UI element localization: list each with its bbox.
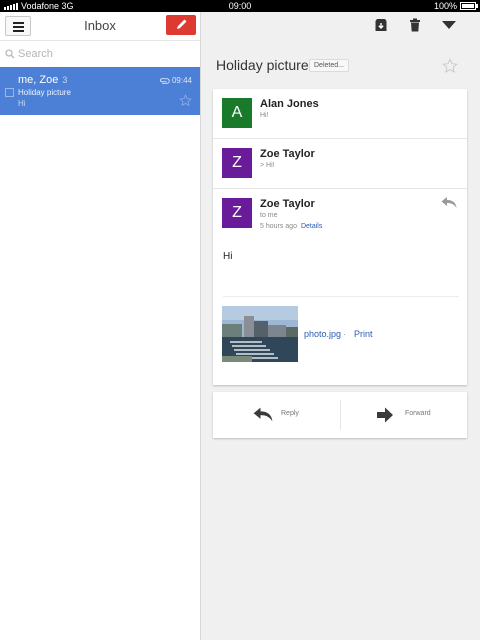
reply-icon <box>253 407 273 422</box>
message-body: Hi <box>223 251 233 262</box>
battery-percent: 100% <box>433 1 457 11</box>
reply-button[interactable]: Reply <box>213 392 340 438</box>
search-input[interactable]: Search <box>18 48 53 60</box>
sender-name: Zoe Taylor <box>260 198 315 210</box>
search-icon <box>5 49 15 59</box>
message-snippet: Hi! <box>260 112 269 119</box>
reply-label: Reply <box>281 410 299 417</box>
thread-item[interactable]: me, Zoe 3 09:44 Holiday picture Hi <box>0 67 200 115</box>
inbox-header: Inbox <box>0 12 200 41</box>
forward-label: Forward <box>405 410 431 417</box>
message-time-line: 5 hours ago Details <box>260 223 322 230</box>
conversation-pane: Holiday picture Deleted... A Alan Jones … <box>201 12 480 640</box>
avatar: Z <box>222 198 252 228</box>
sender-name: Zoe Taylor <box>260 148 315 160</box>
thread-count: 3 <box>62 75 68 85</box>
status-bar: Vodafone 3G 09:00 100% <box>0 0 480 12</box>
message-collapsed[interactable]: Z Zoe Taylor > Hi! <box>213 139 467 188</box>
thread-time-wrap: 09:44 <box>159 76 192 85</box>
message-time: 5 hours ago <box>260 223 297 230</box>
clock: 09:00 <box>228 1 252 11</box>
message-actions: Reply Forward <box>213 392 467 438</box>
divider <box>223 296 459 297</box>
attachment-separator: · <box>343 329 346 339</box>
label-chip[interactable]: Deleted... <box>309 59 349 72</box>
battery-icon <box>460 2 478 10</box>
thread-subject: Holiday picture <box>18 88 71 97</box>
forward-icon <box>377 407 393 423</box>
inbox-pane: Inbox Search me, Zoe 3 09:44 Holiday pict… <box>0 12 201 640</box>
thread-snippet: Hi <box>18 99 26 108</box>
thread-participants: me, Zoe 3 <box>18 74 67 86</box>
star-icon[interactable] <box>442 58 458 74</box>
reply-icon[interactable] <box>441 196 457 209</box>
thread-from: me, Zoe <box>18 74 59 86</box>
search-bar[interactable]: Search <box>0 41 200 68</box>
print-link[interactable]: Print <box>354 329 373 339</box>
message-collapsed[interactable]: A Alan Jones Hi! <box>213 89 467 138</box>
paperclip-icon <box>160 77 170 84</box>
pencil-icon <box>177 19 187 29</box>
message-header[interactable]: Z Zoe Taylor to me 5 hours ago Details <box>213 189 467 239</box>
conversation-card: A Alan Jones Hi! Z Zoe Taylor > Hi! Z Zo… <box>213 89 467 385</box>
conversation-subject: Holiday picture <box>216 57 309 73</box>
thread-checkbox[interactable] <box>5 88 14 97</box>
avatar: Z <box>222 148 252 178</box>
star-icon[interactable] <box>179 94 192 107</box>
details-link[interactable]: Details <box>301 223 322 230</box>
attachment-filename[interactable]: photo.jpg <box>304 329 341 339</box>
message-snippet: > Hi! <box>260 162 275 169</box>
archive-icon[interactable] <box>374 18 388 32</box>
dropdown-icon[interactable] <box>442 21 456 29</box>
sender-name: Alan Jones <box>260 98 319 110</box>
conversation-toolbar <box>201 12 480 40</box>
battery-status: 100% <box>433 0 478 12</box>
recipient-line: to me <box>260 212 278 219</box>
thread-time: 09:44 <box>171 76 192 85</box>
avatar: A <box>222 98 252 128</box>
trash-icon[interactable] <box>408 18 422 32</box>
compose-button[interactable] <box>166 15 196 35</box>
forward-button[interactable]: Forward <box>340 392 467 438</box>
attachment-thumbnail[interactable] <box>222 306 298 362</box>
